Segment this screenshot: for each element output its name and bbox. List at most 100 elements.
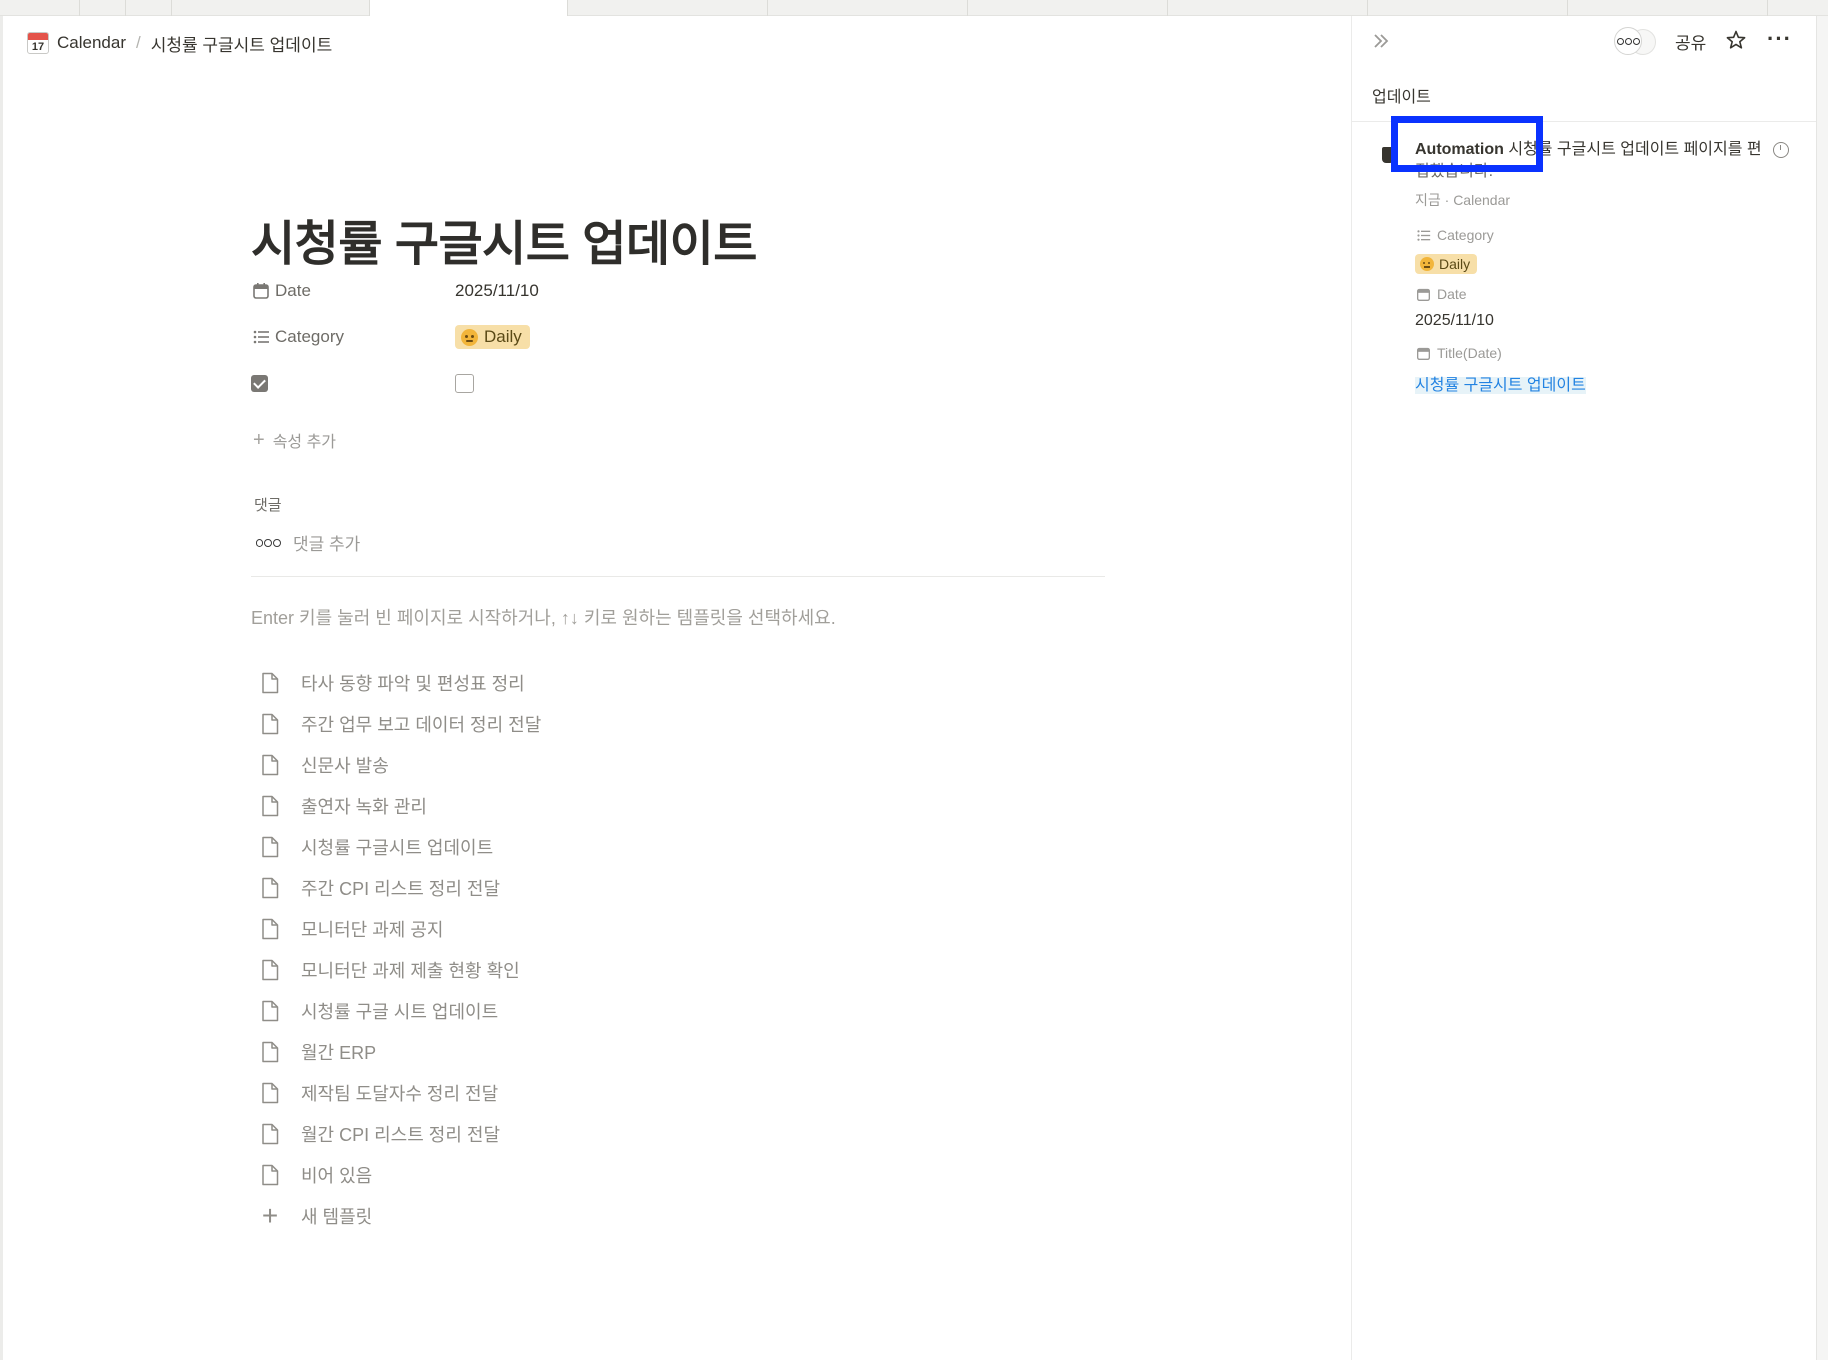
template-item[interactable]: 주간 CPI 리스트 정리 전달 (261, 867, 541, 908)
document-icon (261, 836, 279, 858)
category-tag: Daily (1415, 254, 1478, 274)
face-emoji-icon (461, 328, 478, 346)
template-item[interactable]: 월간 CPI 리스트 정리 전달 (261, 1113, 541, 1154)
panel-date-value: 2025/11/10 (1415, 312, 1494, 329)
avatar (255, 534, 281, 552)
panel-title-value[interactable]: 시청률 구글시트 업데이트 (1415, 371, 1586, 395)
template-list: 타사 동향 파악 및 편성표 정리주간 업무 보고 데이터 정리 전달신문사 발… (261, 662, 541, 1236)
document-icon (261, 1082, 279, 1104)
property-category-label: Category (275, 327, 344, 346)
panel-heading: 업데이트 (1372, 89, 1431, 106)
tab[interactable] (1368, 0, 1568, 16)
document-icon (261, 672, 279, 694)
calendar-icon: 17 (27, 32, 49, 54)
template-item-label: 주간 CPI 리스트 정리 전달 (301, 878, 501, 899)
browser-tab-strip (0, 0, 1828, 16)
highlight-box (1391, 116, 1543, 172)
category-tag[interactable]: Daily (455, 325, 530, 349)
update-meta: 지금 · Calendar (1415, 192, 1511, 208)
breadcrumb-separator: / (136, 33, 141, 52)
document-icon (261, 877, 279, 899)
main-content: 17 Calendar / 시청률 구글시트 업데이트 시청률 구글시트 업데이… (3, 16, 1351, 1360)
template-item[interactable]: 모니터단 과제 제출 현황 확인 (261, 949, 541, 990)
tab[interactable] (968, 0, 1168, 16)
add-property-button[interactable]: + 속성 추가 (253, 428, 336, 452)
document-icon (261, 754, 279, 776)
panel-property-category: Category (1415, 227, 1494, 243)
tab-active[interactable] (370, 0, 568, 16)
new-template-button[interactable]: + 새 템플릿 (261, 1195, 541, 1236)
breadcrumb-current[interactable]: 시청률 구글시트 업데이트 (151, 31, 333, 56)
template-item[interactable]: 신문사 발송 (261, 744, 541, 785)
template-item[interactable]: 월간 ERP (261, 1031, 541, 1072)
tab[interactable] (80, 0, 126, 16)
category-tag-label: Daily (1439, 256, 1471, 272)
face-emoji-icon (1420, 257, 1434, 271)
document-icon (261, 1123, 279, 1145)
property-date-value[interactable]: 2025/11/10 (455, 281, 539, 301)
tab[interactable] (1568, 0, 1768, 16)
template-item[interactable]: 출연자 녹화 관리 (261, 785, 541, 826)
share-button[interactable]: 공유 (1675, 29, 1706, 54)
template-item-label: 주간 업무 보고 데이터 정리 전달 (301, 714, 542, 735)
template-item-label: 월간 ERP (301, 1042, 377, 1063)
template-item[interactable]: 시청률 구글 시트 업데이트 (261, 990, 541, 1031)
clock-icon[interactable] (1773, 142, 1789, 158)
document-icon (261, 1000, 279, 1022)
template-item-label: 제작팀 도달자수 정리 전달 (301, 1083, 499, 1104)
breadcrumb-root[interactable]: Calendar (57, 33, 126, 53)
calendar-icon (1415, 345, 1431, 361)
tab[interactable] (126, 0, 172, 16)
double-chevron-right-icon[interactable] (1370, 30, 1392, 52)
add-comment-input[interactable]: 댓글 추가 (293, 530, 360, 555)
panel-toolbar: 공유 ··· (1352, 16, 1817, 66)
tab[interactable] (172, 0, 370, 16)
tab[interactable] (568, 0, 768, 16)
panel-property-date: Date (1415, 286, 1467, 302)
template-item[interactable]: 시청률 구글시트 업데이트 (261, 826, 541, 867)
property-date[interactable]: Date 2025/11/10 (251, 274, 951, 308)
template-item[interactable]: 비어 있음 (261, 1154, 541, 1195)
template-item[interactable]: 제작팀 도달자수 정리 전달 (261, 1072, 541, 1113)
template-item[interactable]: 주간 업무 보고 데이터 정리 전달 (261, 703, 541, 744)
add-property-label: 속성 추가 (272, 434, 337, 451)
plus-icon: + (261, 1199, 279, 1231)
star-icon[interactable] (1725, 29, 1747, 51)
template-item-label: 비어 있음 (301, 1165, 373, 1186)
updates-panel: 공유 ··· 업데이트 Automation 시청률 구글시트 업데이트 페이지… (1351, 16, 1817, 1360)
template-item-label: 모니터단 과제 공지 (301, 919, 444, 940)
panel-category-label: Category (1437, 227, 1494, 243)
tab[interactable] (768, 0, 968, 16)
checkbox-input[interactable] (455, 373, 474, 393)
template-item-label: 신문사 발송 (301, 755, 389, 776)
page-link[interactable]: 시청률 구글시트 업데이트 (1415, 377, 1586, 394)
comments-heading: 댓글 (254, 497, 282, 514)
window-right-edge (1816, 16, 1828, 1360)
document-icon (261, 1164, 279, 1186)
template-item-label: 시청률 구글 시트 업데이트 (301, 1001, 499, 1022)
property-category[interactable]: Category Daily (251, 320, 951, 354)
app-window: 17 Calendar / 시청률 구글시트 업데이트 시청률 구글시트 업데이… (0, 0, 1828, 1360)
document-icon (261, 959, 279, 981)
avatar (1614, 27, 1642, 55)
avatar-stack[interactable] (1614, 27, 1658, 55)
calendar-icon (1415, 286, 1431, 302)
template-item[interactable]: 타사 동향 파악 및 편성표 정리 (261, 662, 541, 703)
property-checkbox[interactable] (251, 366, 951, 400)
template-item[interactable]: 모니터단 과제 공지 (261, 908, 541, 949)
tab[interactable] (0, 0, 80, 16)
add-comment-row[interactable]: 댓글 추가 (255, 530, 360, 555)
update-text: 시청률 구글시트 업데이트 페이지를 편 (1508, 141, 1762, 158)
panel-date-label: Date (1437, 286, 1467, 302)
new-template-label: 새 템플릿 (301, 1206, 373, 1227)
document-icon (261, 795, 279, 817)
document-icon (261, 918, 279, 940)
page-title[interactable]: 시청률 구글시트 업데이트 (251, 204, 757, 274)
panel-property-title: Title(Date) (1415, 345, 1502, 361)
more-options-button[interactable]: ··· (1767, 26, 1792, 52)
property-date-label: Date (275, 281, 311, 300)
template-item-label: 출연자 녹화 관리 (301, 796, 427, 817)
tab[interactable] (1168, 0, 1368, 16)
template-item-label: 모니터단 과제 제출 현황 확인 (301, 960, 520, 981)
list-icon (1415, 227, 1431, 243)
